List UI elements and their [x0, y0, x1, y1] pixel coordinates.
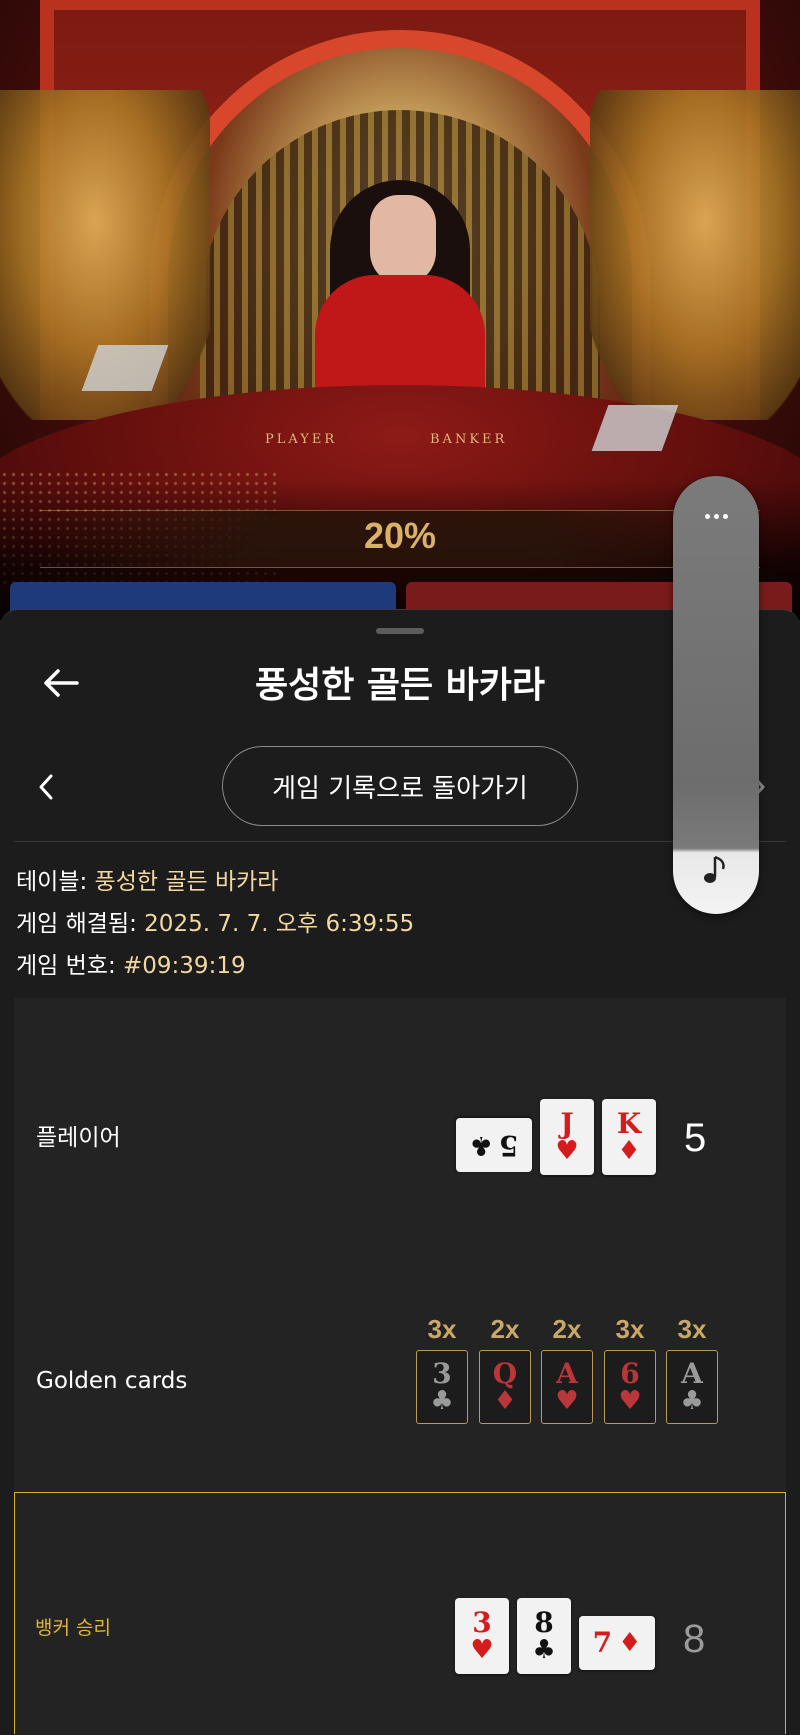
previous-round-button[interactable]	[28, 764, 64, 810]
floating-side-widget[interactable]	[673, 476, 759, 914]
player-card-1: 5 ♣	[456, 1118, 532, 1172]
game-number-label: 게임 번호:	[16, 953, 124, 979]
music-toggle-button[interactable]	[692, 846, 740, 894]
more-options-button[interactable]	[673, 498, 759, 534]
golden-card: 6 ♥	[604, 1350, 656, 1424]
game-number-value: #09:39:19	[123, 953, 246, 979]
banker-card-1: 3 ♥	[455, 1598, 509, 1674]
golden-card: 3 ♣	[416, 1350, 468, 1424]
banker-score: 8	[683, 1617, 706, 1661]
golden-multiplier: 3x	[427, 1314, 457, 1344]
golden-card: Q ♦	[479, 1350, 531, 1424]
back-to-history-button[interactable]: 게임 기록으로 돌아가기	[222, 746, 578, 826]
golden-multiplier: 3x	[615, 1314, 645, 1344]
golden-cards-label: Golden cards	[36, 1368, 188, 1394]
golden-multiplier: 3x	[677, 1314, 707, 1344]
game-number-info: 게임 번호: #09:39:19	[16, 946, 246, 980]
resolved-info: 게임 해결됨: 2025. 7. 7. 오후 6:39:55	[16, 904, 414, 938]
sheet-drag-handle[interactable]	[376, 628, 424, 634]
player-score: 5	[684, 1116, 707, 1160]
golden-card: A ♥	[541, 1350, 593, 1424]
table-info: 테이블: 풍성한 골든 바카라	[16, 862, 278, 896]
music-note-icon	[704, 855, 725, 883]
golden-multiplier: 2x	[490, 1314, 520, 1344]
banker-card-3: 7 ♦	[579, 1616, 655, 1670]
section-divider	[14, 841, 786, 842]
player-row-label: 플레이어	[36, 1125, 121, 1151]
dealer-face	[370, 195, 436, 285]
resolved-info-label: 게임 해결됨:	[16, 911, 145, 937]
table-info-label: 테이블:	[16, 869, 95, 895]
banker-winner-row: 뱅커 승리 3 ♥ 8 ♣ 7 ♦ 8	[14, 1492, 786, 1734]
banker-win-label: 뱅커 승리	[35, 1617, 111, 1639]
table-player-label: PLAYER	[265, 432, 338, 447]
table-banker-label: BANKER	[430, 432, 508, 447]
player-bet-area-strip	[10, 582, 396, 612]
resolved-info-value: 2025. 7. 7. 오후 6:39:55	[144, 911, 415, 937]
table-info-value: 풍성한 골든 바카라	[94, 869, 279, 895]
player-card-2: J ♥	[540, 1099, 594, 1175]
banker-card-2: 8 ♣	[517, 1598, 571, 1674]
chevron-left-icon	[39, 774, 53, 800]
player-card-3: K ♦	[602, 1099, 656, 1175]
golden-multiplier: 2x	[552, 1314, 582, 1344]
golden-dragon-right	[590, 90, 800, 420]
golden-card: A ♣	[666, 1350, 718, 1424]
more-horizontal-icon	[704, 513, 710, 519]
